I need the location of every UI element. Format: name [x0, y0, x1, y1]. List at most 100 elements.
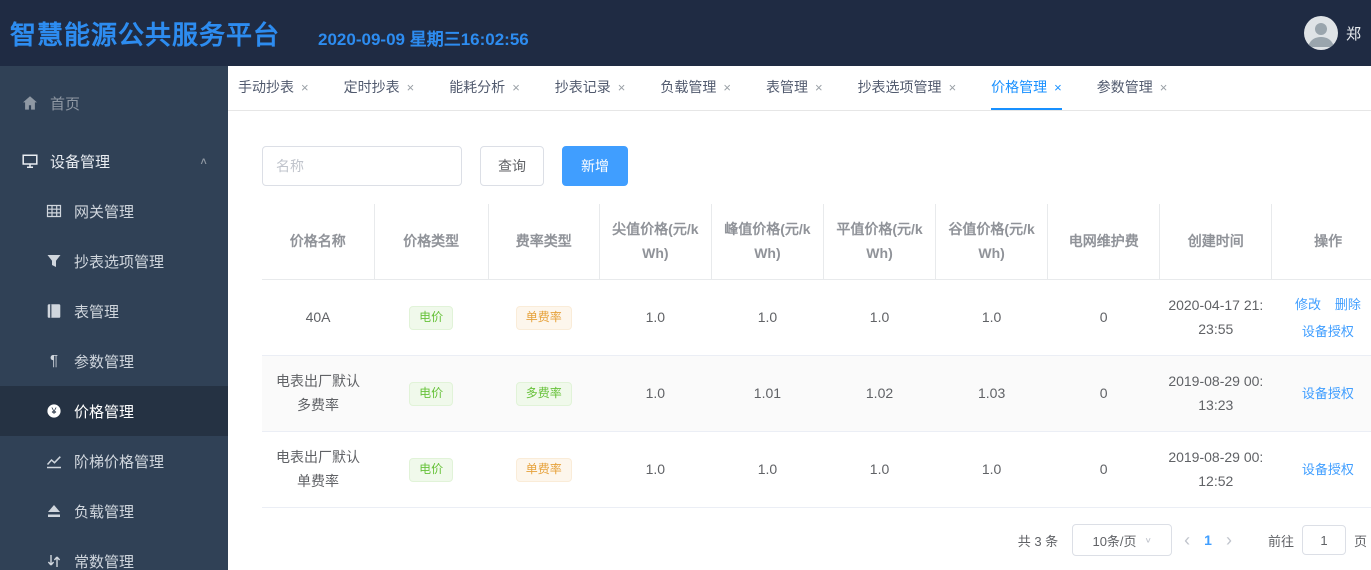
close-tab-icon[interactable]: × — [301, 80, 309, 95]
cell-peak-price: 1.0 — [711, 279, 824, 356]
cell-created: 2020-04-17 21:23:55 — [1159, 279, 1272, 356]
sidebar: 首页 设备管理 ∧ 网关管理 抄表选项管理 表管理 ¶ 参数管理 ¥ 价格管理 … — [0, 66, 228, 570]
cell-price-name: 40A — [262, 279, 375, 356]
tab-parameter-management[interactable]: 参数管理 × — [1097, 66, 1168, 110]
sort-icon — [46, 553, 62, 569]
cell-sharp-price: 1.0 — [599, 431, 712, 508]
sidebar-item-constants[interactable]: 常数管理 — [0, 536, 228, 570]
page-size-select[interactable]: 10条/页 ∨ — [1072, 524, 1173, 556]
book-icon — [46, 303, 62, 319]
prev-page-button[interactable]: ‹ — [1184, 531, 1190, 549]
goto-page-input[interactable] — [1301, 525, 1346, 555]
sidebar-item-prices[interactable]: ¥ 价格管理 — [0, 386, 228, 436]
table-row: 电表出厂默认多费率 电价 多费率 1.0 1.01 1.02 1.03 0 20… — [262, 355, 1371, 432]
column-header-price-name: 价格名称 — [262, 204, 375, 280]
close-tab-icon[interactable]: × — [949, 80, 957, 95]
tab-label: 负载管理 — [660, 79, 717, 95]
sidebar-item-meter-options[interactable]: 抄表选项管理 — [0, 236, 228, 286]
tab-reading-records[interactable]: 抄表记录 × — [555, 66, 626, 110]
tab-label: 定时抄表 — [343, 79, 400, 95]
table-row: 电表出厂默认单费率 电价 单费率 1.0 1.0 1.0 1.0 0 2019-… — [262, 431, 1371, 508]
add-button[interactable]: 新增 — [562, 146, 628, 186]
cell-price-type: 电价 — [374, 431, 489, 508]
column-header-created: 创建时间 — [1159, 204, 1273, 280]
cell-price-type: 电价 — [374, 355, 489, 432]
column-header-flat-price: 平值价格(元/kWh) — [823, 204, 937, 280]
price-type-badge: 电价 — [409, 458, 454, 482]
cell-created: 2019-08-29 00:12:52 — [1159, 431, 1272, 508]
column-header-peak-price: 峰值价格(元/kWh) — [711, 204, 824, 280]
close-tab-icon[interactable]: × — [1160, 80, 1168, 95]
tab-label: 表管理 — [765, 79, 808, 95]
svg-text:¥: ¥ — [50, 406, 57, 416]
goto-label: 前往 — [1267, 533, 1294, 549]
tab-label: 参数管理 — [1096, 79, 1153, 95]
tab-label: 能耗分析 — [449, 79, 506, 95]
chart-line-icon — [46, 453, 62, 469]
cell-actions: 设备授权 — [1271, 355, 1371, 432]
cell-sharp-price: 1.0 — [599, 279, 712, 356]
sidebar-item-loads[interactable]: 负载管理 — [0, 486, 228, 536]
query-button[interactable]: 查询 — [480, 146, 544, 186]
sidebar-item-label: 常数管理 — [74, 553, 135, 570]
sidebar-item-label: 价格管理 — [74, 403, 135, 421]
cell-valley-price: 1.0 — [935, 279, 1048, 356]
column-header-rate-type: 费率类型 — [488, 204, 600, 280]
cell-price-name: 电表出厂默认多费率 — [262, 355, 375, 432]
close-tab-icon[interactable]: × — [512, 80, 520, 95]
cell-flat-price: 1.0 — [823, 279, 936, 356]
tab-label: 价格管理 — [991, 79, 1048, 95]
user-avatar[interactable] — [1303, 16, 1338, 50]
tab-manual-reading[interactable]: 手动抄表 × — [238, 66, 309, 110]
sidebar-item-parameters[interactable]: ¶ 参数管理 — [0, 336, 228, 386]
column-header-price-type: 价格类型 — [374, 204, 489, 280]
home-icon — [22, 95, 38, 111]
app-header: 智慧能源公共服务平台 2020-09-09 星期三16:02:56 郑 — [0, 0, 1371, 66]
column-header-valley-price: 谷值价格(元/kWh) — [935, 204, 1049, 280]
edit-link[interactable]: 修改 — [1295, 297, 1321, 312]
close-tab-icon[interactable]: × — [723, 80, 731, 95]
sidebar-item-tiered-prices[interactable]: 阶梯价格管理 — [0, 436, 228, 486]
chevron-up-icon[interactable]: ∧ — [199, 155, 208, 166]
sidebar-group-device[interactable]: 设备管理 ∧ — [0, 136, 228, 186]
tab-meter-management[interactable]: 表管理 × — [766, 66, 823, 110]
sidebar-item-meters[interactable]: 表管理 — [0, 286, 228, 336]
sidebar-item-label: 阶梯价格管理 — [74, 453, 165, 471]
tab-label: 抄表选项管理 — [857, 79, 942, 95]
tab-energy-analysis[interactable]: 能耗分析 × — [449, 66, 520, 110]
cell-price-name: 电表出厂默认单费率 — [262, 431, 375, 508]
delete-link[interactable]: 删除 — [1335, 297, 1361, 312]
device-authorize-link[interactable]: 设备授权 — [1302, 386, 1354, 401]
rate-type-badge: 单费率 — [515, 458, 572, 482]
cell-price-type: 电价 — [374, 279, 489, 356]
page-number-1[interactable]: 1 — [1204, 532, 1212, 548]
sidebar-group-label: 设备管理 — [50, 153, 111, 171]
person-icon — [1307, 23, 1334, 47]
tab-meter-options-management[interactable]: 抄表选项管理 × — [858, 66, 957, 110]
close-tab-icon[interactable]: × — [618, 80, 626, 95]
sidebar-item-home[interactable]: 首页 — [0, 78, 228, 128]
device-authorize-link[interactable]: 设备授权 — [1302, 462, 1354, 477]
close-tab-icon[interactable]: × — [1054, 80, 1062, 95]
cell-rate-type: 多费率 — [488, 355, 600, 432]
tab-scheduled-reading[interactable]: 定时抄表 × — [344, 66, 415, 110]
name-search-input[interactable] — [262, 146, 462, 186]
close-tab-icon[interactable]: × — [815, 80, 823, 95]
user-name: 郑 — [1345, 25, 1361, 43]
column-header-actions: 操作 — [1271, 204, 1371, 280]
close-tab-icon[interactable]: × — [407, 80, 415, 95]
header-datetime: 2020-09-09 星期三16:02:56 — [318, 29, 529, 49]
cell-rate-type: 单费率 — [488, 279, 600, 356]
table-header-row: 价格名称 价格类型 费率类型 尖值价格(元/kWh) 峰值价格(元/kWh) 平… — [262, 204, 1371, 280]
cell-valley-price: 1.03 — [935, 355, 1048, 432]
device-authorize-link[interactable]: 设备授权 — [1302, 324, 1354, 339]
next-page-button[interactable]: › — [1226, 531, 1232, 549]
sidebar-item-label: 抄表选项管理 — [74, 253, 165, 271]
tab-price-management[interactable]: 价格管理 × — [991, 66, 1062, 110]
cell-grid-fee: 0 — [1047, 279, 1160, 356]
tab-load-management[interactable]: 负载管理 × — [660, 66, 731, 110]
filter-icon — [46, 253, 62, 269]
monitor-icon — [22, 153, 38, 169]
cell-valley-price: 1.0 — [935, 431, 1048, 508]
sidebar-item-gateway[interactable]: 网关管理 — [0, 186, 228, 236]
